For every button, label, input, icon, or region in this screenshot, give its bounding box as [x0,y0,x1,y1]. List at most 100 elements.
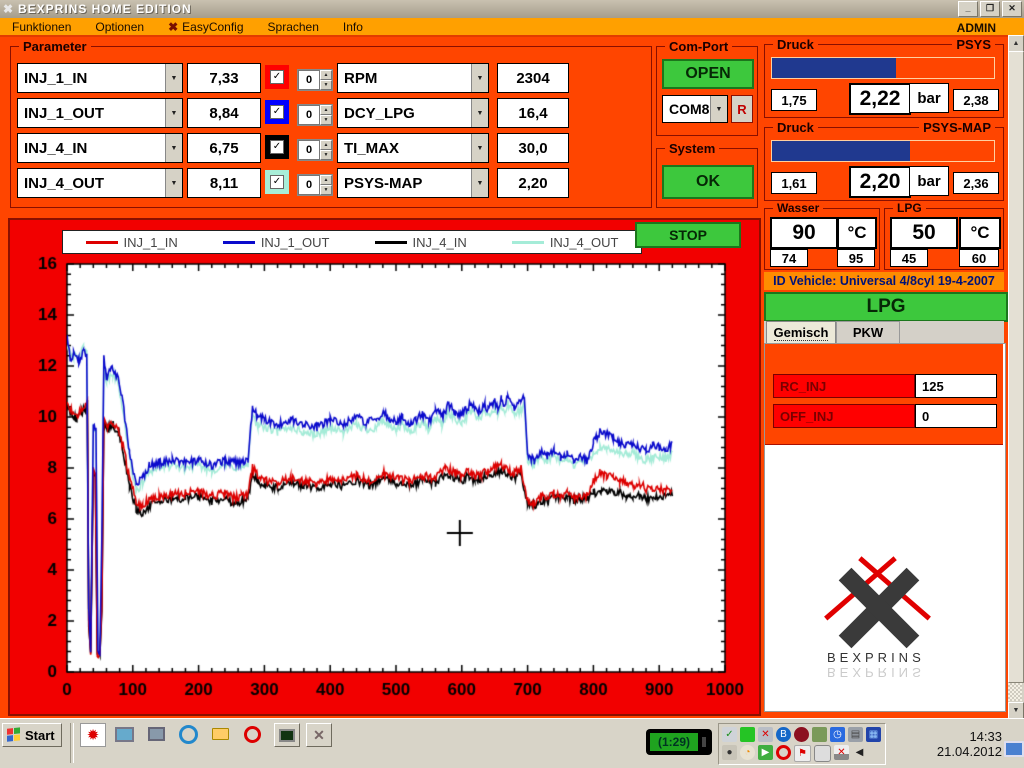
tray-usb-icon[interactable]: ✓ [722,727,737,742]
spinner-down-icon[interactable]: ▼ [320,80,332,90]
psys-map-max: 2,36 [953,172,999,194]
param-dropdown[interactable]: TI_MAX▼ [337,133,489,163]
param-value-field[interactable]: 6,75 [187,133,261,163]
tray-opera-icon[interactable] [776,745,791,760]
tray-volume-icon[interactable]: ◀ [852,745,867,760]
tray-bluetooth-icon[interactable]: B [776,727,791,742]
chevron-down-icon[interactable]: ▼ [165,134,182,162]
show-desktop-icon[interactable] [1004,741,1024,757]
series-color-checkbox[interactable]: ✓ [265,100,289,124]
chevron-down-icon[interactable]: ▼ [471,134,488,162]
close-button[interactable]: ✕ [1002,1,1022,17]
param-value-field[interactable]: 8,11 [187,168,261,198]
quicklaunch-opera-icon[interactable] [240,723,264,745]
chevron-down-icon[interactable]: ▼ [165,169,182,197]
tray-security-icon[interactable] [794,727,809,742]
tray-updater-icon[interactable]: ◔ [740,745,755,760]
series-color-checkbox[interactable]: ✓ [265,135,289,159]
menu-sprachen[interactable]: Sprachen [256,19,331,35]
series-color-checkbox[interactable]: ✓ [265,65,289,89]
param-value-field[interactable]: 30,0 [497,133,569,163]
chevron-down-icon[interactable]: ▼ [471,64,488,92]
chevron-down-icon[interactable]: ▼ [165,99,182,127]
admin-label: ADMIN [957,21,996,35]
param-value-field[interactable]: 7,33 [187,63,261,93]
chevron-down-icon[interactable]: ▼ [165,64,182,92]
menu-funktionen[interactable]: Funktionen [0,19,83,35]
tray-lock-icon[interactable]: ● [722,745,737,760]
com-port-select[interactable]: COM8▼ [662,95,728,123]
quicklaunch-computer-icon[interactable] [144,723,168,745]
off-inj-value[interactable]: 0 [915,404,997,428]
start-button[interactable]: Start [2,723,62,747]
quicklaunch-folder-icon[interactable] [208,723,232,745]
tray-vnc-icon[interactable]: ▶ [758,745,773,760]
legend-line-swatch [375,241,407,244]
scroll-up-icon[interactable]: ▲ [1008,35,1024,52]
param-value-field[interactable]: 8,84 [187,98,261,128]
battery-meter[interactable]: (1:29) [646,729,712,755]
scroll-down-icon[interactable]: ▼ [1008,702,1024,719]
check-icon: ✓ [270,175,284,189]
offset-spinner[interactable]: 0▲▼ [297,69,333,91]
quicklaunch-remote-icon[interactable] [274,723,300,747]
gemisch-red-section: RC_INJ 125 OFF_INJ 0 [765,344,1003,445]
param-dropdown[interactable]: INJ_4_IN▼ [17,133,183,163]
scrollbar-track[interactable] [1008,683,1022,701]
stop-button[interactable]: STOP [635,222,741,248]
tab-pkw[interactable]: PKW [836,321,900,343]
minimize-button[interactable]: _ [958,1,978,17]
spinner-down-icon[interactable]: ▼ [320,150,332,160]
spinner-up-icon[interactable]: ▲ [320,70,332,80]
offset-spinner[interactable]: 0▲▼ [297,104,333,126]
tray-flag-error-icon[interactable]: ⚑ [794,745,811,762]
spinner-up-icon[interactable]: ▲ [320,175,332,185]
offset-spinner[interactable]: 0▲▼ [297,174,333,196]
tray-display-icon[interactable] [740,727,755,742]
trace-chart[interactable] [10,220,755,710]
param-value-field[interactable]: 16,4 [497,98,569,128]
menu-info[interactable]: Info [331,19,375,35]
param-dropdown[interactable]: RPM▼ [337,63,489,93]
application-window: ✖ BEXPRINS HOME EDITION _ ❐ ✕ Funktionen… [0,0,1024,768]
tray-network-disabled-icon[interactable]: ✕ [758,727,773,742]
spinner-down-icon[interactable]: ▼ [320,115,332,125]
quicklaunch-display-icon[interactable] [112,723,136,745]
lpg-temp-group: LPG 50 °C 45 60 [884,208,1004,270]
scrollbar-thumb[interactable] [1008,51,1024,683]
chevron-down-icon[interactable]: ▼ [710,96,727,122]
com-refresh-button[interactable]: R [731,95,753,123]
param-value-field[interactable]: 2,20 [497,168,569,198]
quicklaunch-quicktime-icon[interactable] [176,723,200,745]
spinner-up-icon[interactable]: ▲ [320,105,332,115]
fuel-mode-button[interactable]: LPG [764,292,1008,322]
com-open-button[interactable]: OPEN [662,59,754,89]
tray-scheduler-icon[interactable]: ◷ [830,727,845,742]
spinner-up-icon[interactable]: ▲ [320,140,332,150]
tray-printer-icon[interactable]: ▤ [848,727,863,742]
offset-spinner[interactable]: 0▲▼ [297,139,333,161]
vertical-scrollbar[interactable]: ▲ ▼ [1008,35,1024,718]
chevron-down-icon[interactable]: ▼ [471,169,488,197]
tray-signal-disabled-icon[interactable]: ✕ [834,745,849,760]
param-dropdown[interactable]: PSYS-MAP▼ [337,168,489,198]
lpg-temp-max: 60 [959,249,999,267]
tray-users-icon[interactable] [812,727,827,742]
param-dropdown[interactable]: INJ_4_OUT▼ [17,168,183,198]
spinner-down-icon[interactable]: ▼ [320,185,332,195]
tray-battery-icon[interactable] [814,745,831,762]
param-dropdown[interactable]: DCY_LPG▼ [337,98,489,128]
menu-optionen[interactable]: Optionen [83,19,156,35]
quicklaunch-close-icon[interactable]: ✕ [306,723,332,747]
chevron-down-icon[interactable]: ▼ [471,99,488,127]
param-dropdown[interactable]: INJ_1_IN▼ [17,63,183,93]
quicklaunch-app-active[interactable]: ✹ [80,723,106,747]
tray-chip-icon[interactable]: ▦ [866,727,881,742]
restore-button[interactable]: ❐ [980,1,1000,17]
param-value-field[interactable]: 2304 [497,63,569,93]
param-dropdown[interactable]: INJ_1_OUT▼ [17,98,183,128]
rc-inj-value[interactable]: 125 [915,374,997,398]
series-color-checkbox[interactable]: ✓ [265,170,289,194]
tab-gemisch[interactable]: Gemisch [766,321,836,343]
menu-easyconfig[interactable]: ✖ EasyConfig [156,19,255,35]
